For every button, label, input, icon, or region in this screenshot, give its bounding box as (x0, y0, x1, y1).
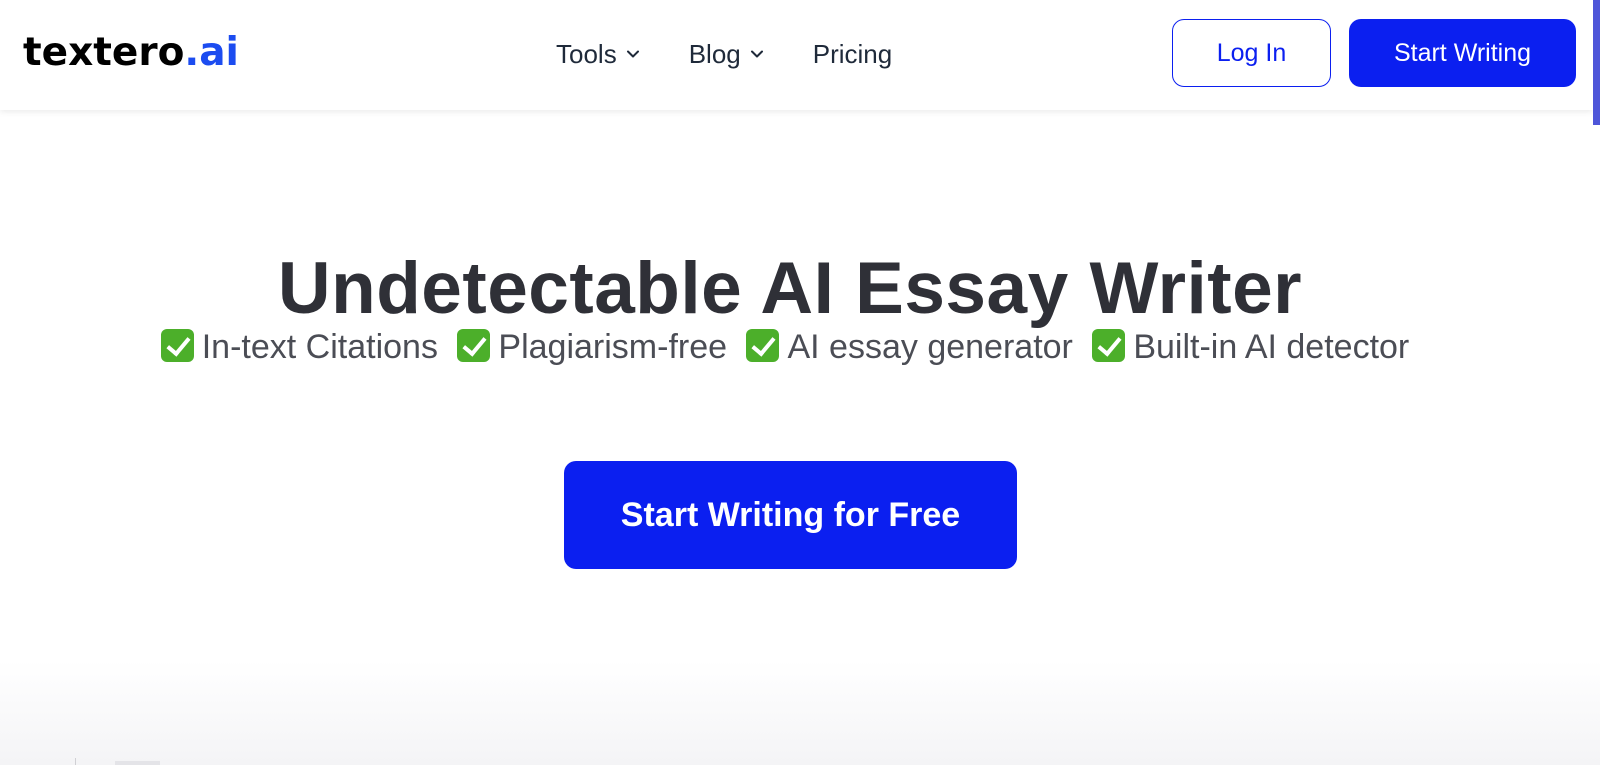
nav-item-blog[interactable]: Blog (689, 36, 765, 72)
brand-logo[interactable]: textero.ai (23, 28, 239, 78)
start-writing-free-button-label: Start Writing for Free (620, 495, 961, 534)
start-writing-free-button[interactable]: Start Writing for Free (564, 461, 1017, 569)
check-mark-icon (160, 329, 194, 362)
divider (75, 758, 76, 765)
nav-item-pricing[interactable]: Pricing (813, 36, 892, 72)
check-mark-icon (1092, 329, 1126, 362)
bottom-section-fade (0, 660, 1600, 765)
login-button[interactable]: Log In (1172, 19, 1331, 87)
check-mark-icon (457, 329, 491, 362)
hero-title: Undetectable AI Essay Writer (277, 247, 1303, 329)
landing-page: textero.ai Tools Blog Pricing Log In Sta… (0, 0, 1600, 765)
site-header: textero.ai Tools Blog Pricing Log In Sta… (0, 0, 1593, 110)
feature-label: AI essay generator (787, 328, 1073, 366)
start-writing-button-label: Start Writing (1393, 38, 1532, 67)
feature-item: In-text Citations (160, 328, 438, 366)
scrollbar-edge[interactable] (1593, 0, 1600, 125)
nav-item-blog-label: Blog (688, 39, 741, 69)
nav-item-tools[interactable]: Tools (556, 36, 641, 72)
feature-label: Plagiarism-free (498, 328, 728, 366)
login-button-label: Log In (1216, 38, 1287, 67)
feature-item: Plagiarism-free (457, 328, 727, 366)
main-nav: Tools Blog Pricing (556, 36, 940, 72)
nav-item-pricing-label: Pricing (812, 39, 893, 69)
brand-logo-accent: .ai (184, 30, 239, 75)
divider (115, 761, 160, 765)
chevron-down-icon (626, 50, 639, 58)
chevron-down-icon (750, 50, 763, 58)
start-writing-button[interactable]: Start Writing (1349, 19, 1576, 87)
nav-item-tools-label: Tools (556, 39, 617, 69)
brand-logo-main: textero (23, 30, 185, 75)
feature-label: Built-in AI detector (1133, 328, 1410, 366)
feature-label: In-text Citations (201, 328, 438, 366)
feature-list: In-text Citations Plagiarism-free AI ess… (0, 325, 1580, 369)
feature-item: AI essay generator (746, 328, 1073, 366)
check-mark-icon (746, 329, 780, 362)
feature-item: Built-in AI detector (1092, 328, 1409, 366)
